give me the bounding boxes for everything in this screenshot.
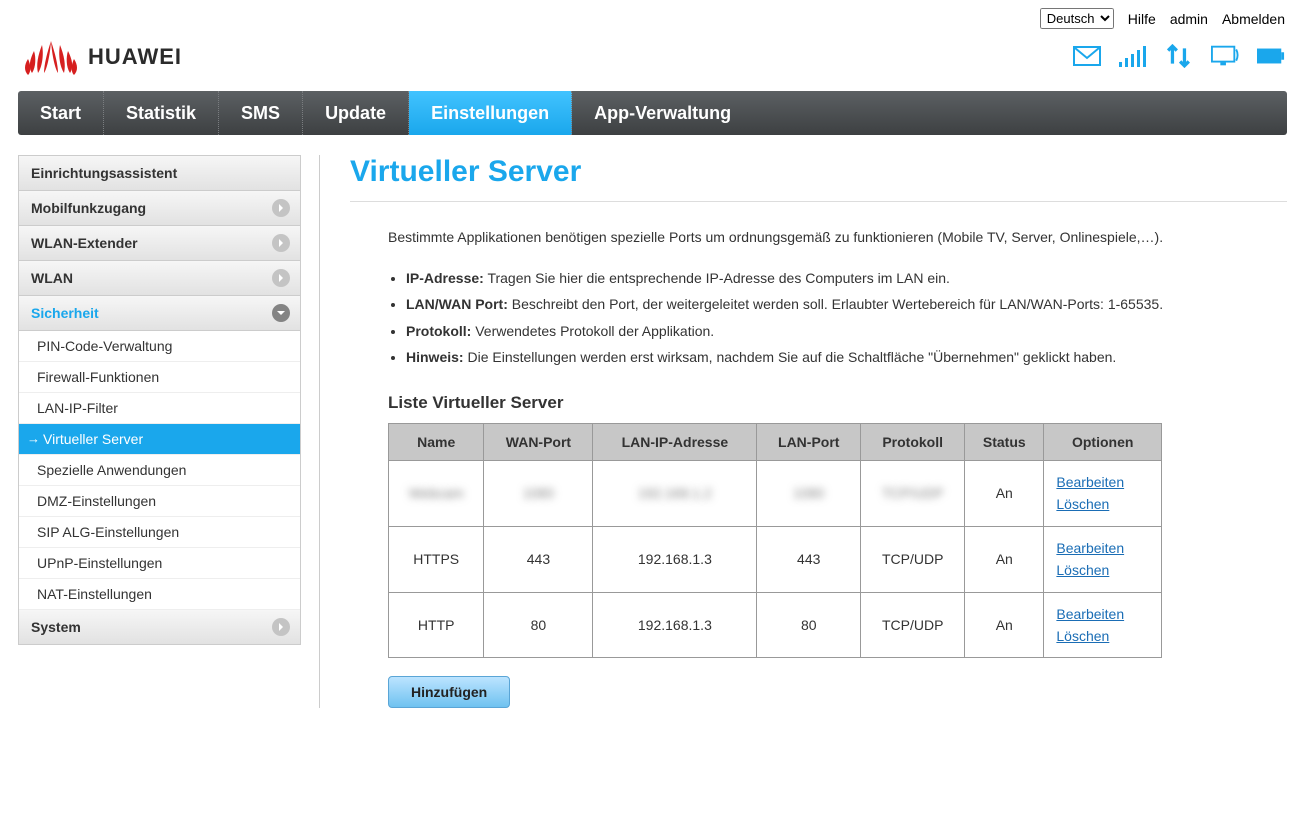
table-cell: 192.168.1.2	[593, 460, 757, 526]
sidebar-subitem-5[interactable]: DMZ-Einstellungen	[19, 486, 300, 517]
huawei-icon	[20, 35, 82, 79]
table-header: WAN-Port	[484, 423, 593, 460]
monitor-icon	[1211, 44, 1239, 71]
options-cell: BearbeitenLöschen	[1044, 460, 1162, 526]
bullet-item: Hinweis: Die Einstellungen werden erst w…	[406, 344, 1287, 371]
sidebar-label: WLAN	[31, 270, 73, 286]
table-header: Status	[965, 423, 1044, 460]
signal-icon	[1119, 44, 1147, 71]
page-title: Virtueller Server	[350, 155, 1287, 202]
table-header: Protokoll	[861, 423, 965, 460]
nav-item-sms[interactable]: SMS	[219, 91, 303, 135]
sidebar-label: Mobilfunkzugang	[31, 200, 146, 216]
sidebar-subitem-7[interactable]: UPnP-Einstellungen	[19, 548, 300, 579]
sidebar-item-einrichtung[interactable]: Einrichtungsassistent	[18, 155, 301, 191]
intro-text: Bestimmte Applikationen benötigen spezie…	[350, 224, 1287, 251]
language-select[interactable]: Deutsch	[1040, 8, 1114, 29]
table-cell: 192.168.1.3	[593, 592, 757, 658]
chevron-right-icon	[272, 618, 290, 636]
table-cell: 80	[484, 592, 593, 658]
sidebar-subitem-1[interactable]: Firewall-Funktionen	[19, 362, 300, 393]
table-cell: HTTP	[389, 592, 484, 658]
bullet-item: LAN/WAN Port: Beschreibt den Port, der w…	[406, 291, 1287, 318]
battery-icon	[1257, 44, 1285, 71]
table-cell: 443	[757, 526, 861, 592]
chevron-right-icon	[272, 269, 290, 287]
logout-link[interactable]: Abmelden	[1222, 11, 1285, 27]
nav-item-start[interactable]: Start	[18, 91, 104, 135]
user-link[interactable]: admin	[1170, 11, 1208, 27]
edit-link[interactable]: Bearbeiten	[1056, 471, 1153, 493]
info-bullets: IP-Adresse: Tragen Sie hier die entsprec…	[350, 265, 1287, 371]
nav-item-einstellungen[interactable]: Einstellungen	[409, 91, 572, 135]
table-cell: TCP/UDP	[861, 592, 965, 658]
table-cell: 1080	[757, 460, 861, 526]
virtual-server-table: NameWAN-PortLAN-IP-AdresseLAN-PortProtok…	[388, 423, 1162, 658]
chevron-down-icon	[272, 304, 290, 322]
brand-logo: HUAWEI	[20, 35, 182, 79]
updown-icon	[1165, 44, 1193, 71]
sidebar-subitem-6[interactable]: SIP ALG-Einstellungen	[19, 517, 300, 548]
table-title: Liste Virtueller Server	[350, 393, 1287, 413]
table-header: Name	[389, 423, 484, 460]
table-cell: An	[965, 526, 1044, 592]
table-header: LAN-Port	[757, 423, 861, 460]
nav-item-update[interactable]: Update	[303, 91, 409, 135]
main-nav: StartStatistikSMSUpdateEinstellungenApp-…	[18, 91, 1287, 135]
sidebar-label: WLAN-Extender	[31, 235, 138, 251]
sidebar-subitem-4[interactable]: Spezielle Anwendungen	[19, 455, 300, 486]
chevron-right-icon	[272, 199, 290, 217]
delete-link[interactable]: Löschen	[1056, 559, 1153, 581]
chevron-right-icon	[272, 234, 290, 252]
table-cell: 443	[484, 526, 593, 592]
edit-link[interactable]: Bearbeiten	[1056, 603, 1153, 625]
table-cell: 1080	[484, 460, 593, 526]
delete-link[interactable]: Löschen	[1056, 493, 1153, 515]
nav-item-app-verwaltung[interactable]: App-Verwaltung	[572, 91, 753, 135]
table-cell: 80	[757, 592, 861, 658]
table-header: LAN-IP-Adresse	[593, 423, 757, 460]
edit-link[interactable]: Bearbeiten	[1056, 537, 1153, 559]
sidebar-label: Sicherheit	[31, 305, 99, 321]
table-cell: 192.168.1.3	[593, 526, 757, 592]
table-cell: Webcam	[389, 460, 484, 526]
table-row: HTTPS443192.168.1.3443TCP/UDPAnBearbeite…	[389, 526, 1162, 592]
sidebar-item-mobilfunk[interactable]: Mobilfunkzugang	[18, 191, 301, 226]
nav-item-statistik[interactable]: Statistik	[104, 91, 219, 135]
delete-link[interactable]: Löschen	[1056, 625, 1153, 647]
sidebar: Einrichtungsassistent Mobilfunkzugang WL…	[18, 155, 320, 708]
sidebar-subitem-8[interactable]: NAT-Einstellungen	[19, 579, 300, 610]
bullet-item: Protokoll: Verwendetes Protokoll der App…	[406, 318, 1287, 345]
brand-text: HUAWEI	[88, 44, 182, 70]
sidebar-item-wlan[interactable]: WLAN	[18, 261, 301, 296]
help-link[interactable]: Hilfe	[1128, 11, 1156, 27]
sidebar-item-wlanextender[interactable]: WLAN-Extender	[18, 226, 301, 261]
sidebar-subitem-2[interactable]: LAN-IP-Filter	[19, 393, 300, 424]
mail-icon[interactable]	[1073, 44, 1101, 71]
sidebar-item-sicherheit[interactable]: Sicherheit	[18, 296, 301, 331]
bullet-item: IP-Adresse: Tragen Sie hier die entsprec…	[406, 265, 1287, 292]
table-cell: TCP/UDP	[861, 460, 965, 526]
sidebar-label: System	[31, 619, 81, 635]
options-cell: BearbeitenLöschen	[1044, 592, 1162, 658]
table-cell: An	[965, 460, 1044, 526]
table-cell: An	[965, 592, 1044, 658]
table-row: HTTP80192.168.1.380TCP/UDPAnBearbeitenLö…	[389, 592, 1162, 658]
table-header: Optionen	[1044, 423, 1162, 460]
options-cell: BearbeitenLöschen	[1044, 526, 1162, 592]
table-row: Webcam1080192.168.1.21080TCP/UDPAnBearbe…	[389, 460, 1162, 526]
table-cell: TCP/UDP	[861, 526, 965, 592]
sidebar-subitem-0[interactable]: PIN-Code-Verwaltung	[19, 331, 300, 362]
table-cell: HTTPS	[389, 526, 484, 592]
sidebar-subitem-3[interactable]: Virtueller Server	[19, 424, 300, 455]
add-button[interactable]: Hinzufügen	[388, 676, 510, 708]
sidebar-item-system[interactable]: System	[18, 610, 301, 645]
